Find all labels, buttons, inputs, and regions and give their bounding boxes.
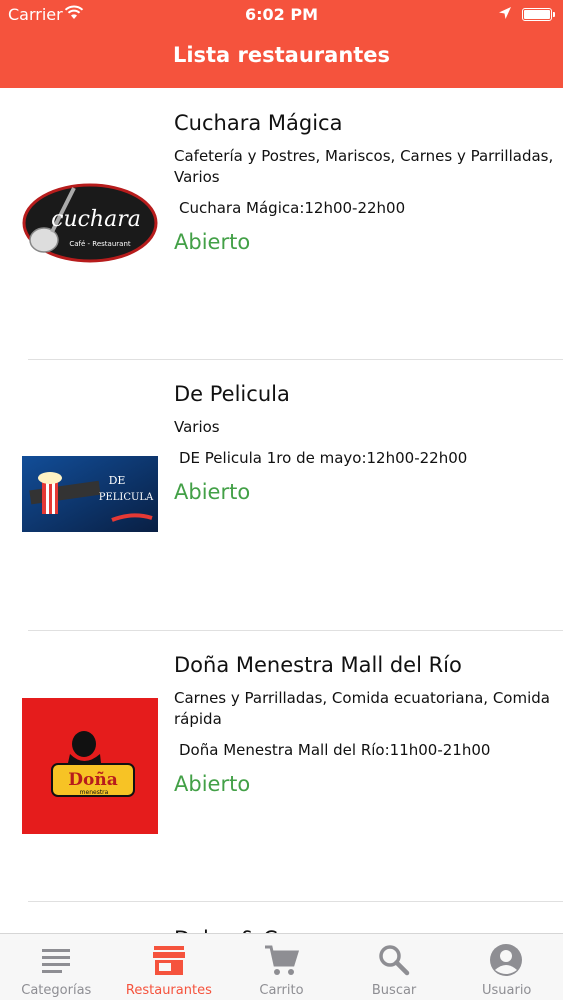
restaurant-name-partial: Dolce & C xyxy=(174,924,278,933)
restaurant-hours: Cuchara Mágica:12h00-22h00 xyxy=(179,199,406,217)
list-icon xyxy=(42,949,70,973)
restaurant-name: De Pelicula xyxy=(174,382,290,406)
tab-bar: Categorías Restaurantes Carrito Buscar U… xyxy=(0,933,563,1000)
tab-label: Restaurantes xyxy=(125,983,212,998)
search-icon xyxy=(379,945,410,976)
logo-wordmark: cuchara xyxy=(51,207,141,232)
logo-subtext: PELICULA xyxy=(99,492,154,503)
logo-subtext: Café - Restaurant xyxy=(69,240,131,248)
status-bar: Carrier 6:02 PM xyxy=(0,0,563,30)
restaurant-item[interactable]: cuchara Café - Restaurant Cuchara Mágica… xyxy=(0,88,563,360)
user-icon xyxy=(490,944,523,976)
open-status: Abierto xyxy=(174,480,251,504)
page-title: Lista restaurantes xyxy=(172,43,391,67)
restaurant-categories: Carnes y Parrilladas, Comida ecuatoriana… xyxy=(174,689,550,728)
restaurant-hours: DE Pelicula 1ro de mayo:12h00-22h00 xyxy=(179,449,468,467)
restaurant-logo: DE PELICULA xyxy=(22,456,158,532)
location-arrow-icon xyxy=(499,7,511,19)
tab-label: Buscar xyxy=(371,983,417,998)
tab-buscar[interactable]: Buscar xyxy=(338,934,451,1000)
tab-label: Carrito xyxy=(259,983,304,998)
divider xyxy=(28,901,563,902)
tab-label: Usuario xyxy=(481,983,532,998)
clock: 6:02 PM xyxy=(244,5,318,24)
cart-icon xyxy=(265,945,300,975)
logo-subtext: menestra xyxy=(80,789,109,796)
restaurant-hours: Doña Menestra Mall del Río:11h00-21h00 xyxy=(179,741,491,759)
app-header: Carrier 6:02 PM Lista restaurantes xyxy=(0,0,563,88)
store-icon xyxy=(152,946,185,975)
restaurant-logo: cuchara Café - Restaurant xyxy=(22,183,158,263)
open-status: Abierto xyxy=(174,772,251,796)
tab-label: Categorías xyxy=(21,983,92,998)
restaurant-name: Doña Menestra Mall del Río xyxy=(174,653,462,677)
restaurant-info: Cuchara Mágica Cafetería y Postres, Mari… xyxy=(174,108,554,257)
tab-categorias[interactable]: Categorías xyxy=(0,934,113,1000)
restaurant-categories: Varios xyxy=(174,418,220,436)
restaurant-list[interactable]: cuchara Café - Restaurant Cuchara Mágica… xyxy=(0,88,563,933)
restaurant-info: Doña Menestra Mall del Río Carnes y Parr… xyxy=(174,650,554,799)
restaurant-name: Cuchara Mágica xyxy=(174,111,343,135)
logo-wordmark: DE xyxy=(109,474,126,487)
restaurant-info: De Pelicula Varios DE Pelicula 1ro de ma… xyxy=(174,379,554,507)
restaurant-item[interactable]: Doña menestra Doña Menestra Mall del Río… xyxy=(0,630,563,902)
battery-icon xyxy=(522,8,555,21)
restaurant-item[interactable]: DE PELICULA De Pelicula Varios DE Pelicu… xyxy=(0,359,563,631)
logo-wordmark: Doña xyxy=(68,770,117,790)
tab-carrito[interactable]: Carrito xyxy=(225,934,338,1000)
tab-restaurantes[interactable]: Restaurantes xyxy=(113,934,226,1000)
restaurant-logo: Doña menestra xyxy=(22,698,158,834)
open-status: Abierto xyxy=(174,230,251,254)
restaurant-categories: Cafetería y Postres, Mariscos, Carnes y … xyxy=(174,147,554,186)
tab-usuario[interactable]: Usuario xyxy=(450,934,563,1000)
